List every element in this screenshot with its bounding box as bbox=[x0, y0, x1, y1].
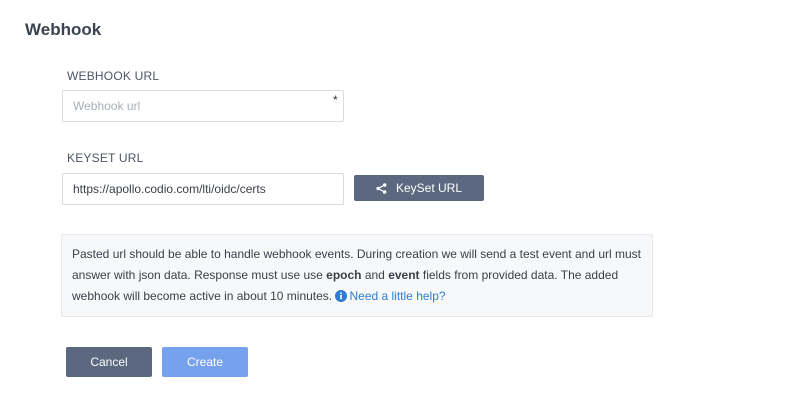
note-bold-event: event bbox=[388, 268, 420, 282]
webhook-info-note: Pasted url should be able to handle webh… bbox=[61, 234, 653, 317]
keyset-url-button[interactable]: KeySet URL bbox=[354, 175, 484, 201]
note-bold-epoch: epoch bbox=[326, 268, 362, 282]
webhook-url-label: WEBHOOK URL bbox=[67, 69, 160, 83]
keyset-url-button-label: KeySet URL bbox=[395, 181, 463, 195]
create-button[interactable]: Create bbox=[162, 347, 248, 377]
keyset-url-input[interactable] bbox=[62, 173, 344, 205]
keyset-url-label: KEYSET URL bbox=[67, 151, 144, 165]
info-icon[interactable] bbox=[335, 288, 348, 309]
cancel-button[interactable]: Cancel bbox=[66, 347, 152, 377]
note-text: and bbox=[361, 268, 389, 282]
page-title: Webhook bbox=[25, 20, 102, 39]
webhook-url-input[interactable] bbox=[62, 90, 344, 122]
required-marker: * bbox=[333, 93, 338, 107]
help-link[interactable]: Need a little help? bbox=[349, 289, 445, 303]
share-icon bbox=[376, 182, 387, 194]
